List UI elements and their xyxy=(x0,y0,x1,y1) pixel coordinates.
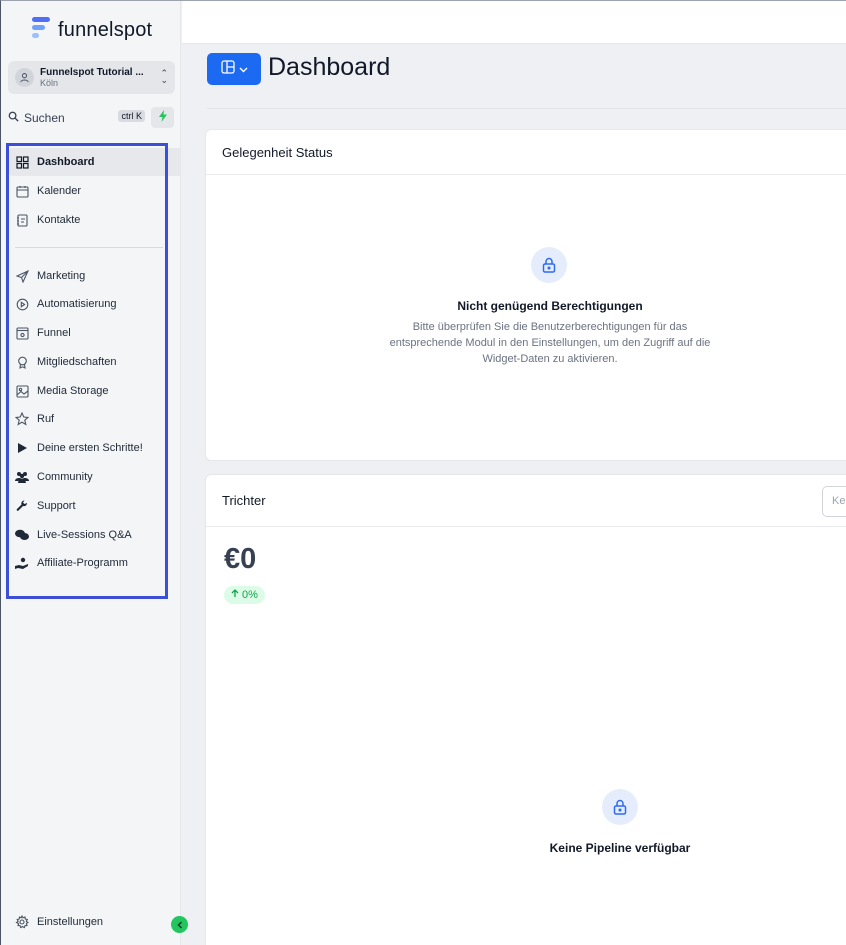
change-value: 0% xyxy=(242,589,258,601)
quick-actions-button[interactable] xyxy=(151,107,174,128)
gear-icon xyxy=(15,915,29,929)
search-label: Suchen xyxy=(24,110,65,125)
top-bar xyxy=(182,1,846,44)
card-title: Trichter xyxy=(206,475,846,527)
lightning-icon xyxy=(158,109,168,127)
arrow-up-icon xyxy=(231,589,239,601)
account-name: Funnelspot Tutorial ... xyxy=(40,66,144,78)
layout-icon xyxy=(220,59,235,79)
sidebar: funnelspot Funnelspot Tutorial ... Köln … xyxy=(1,1,188,945)
lock-icon xyxy=(531,247,567,283)
permission-message-title: Nicht genügend Berechtigungen xyxy=(457,299,643,313)
header-divider xyxy=(207,108,846,109)
brand-logo[interactable]: funnelspot xyxy=(28,17,152,43)
sidebar-item-einstellungen[interactable]: Einstellungen xyxy=(15,912,103,932)
chevron-up-down-icon: ⌃ ⌄ xyxy=(160,68,168,85)
collapse-sidebar-button[interactable] xyxy=(171,916,188,933)
permission-message-body: Bitte überprüfen Sie die Benutzerberecht… xyxy=(389,321,711,365)
account-avatar-icon xyxy=(15,68,34,87)
search-button[interactable]: Suchen ctrl K xyxy=(8,107,147,128)
funnelspot-logo-icon xyxy=(28,17,52,43)
settings-label: Einstellungen xyxy=(37,916,104,928)
chevron-left-icon xyxy=(176,916,184,934)
opportunity-status-card: Gelegenheit Status xyxy=(205,129,846,461)
pipeline-select-input[interactable]: Ke xyxy=(822,486,846,517)
lock-icon xyxy=(602,789,638,825)
account-location: Köln xyxy=(40,77,59,88)
chevron-down-icon xyxy=(239,60,248,78)
page-title: Dashboard xyxy=(268,53,391,81)
search-icon xyxy=(8,111,19,125)
funnel-total-value: €0 xyxy=(224,543,257,575)
brand-name: funnelspot xyxy=(58,18,153,41)
funnel-card: Trichter xyxy=(205,474,846,945)
sidebar-nav-highlight-box xyxy=(6,143,168,599)
card-title: Gelegenheit Status xyxy=(206,130,846,175)
account-switcher[interactable]: Funnelspot Tutorial ... Köln ⌃ ⌄ xyxy=(8,61,175,94)
change-badge: 0% xyxy=(224,586,265,604)
dashboard-view-switcher-button[interactable] xyxy=(207,53,261,85)
empty-pipeline-message: Keine Pipeline verfügbar xyxy=(549,841,691,855)
search-shortcut: ctrl K xyxy=(118,110,145,122)
